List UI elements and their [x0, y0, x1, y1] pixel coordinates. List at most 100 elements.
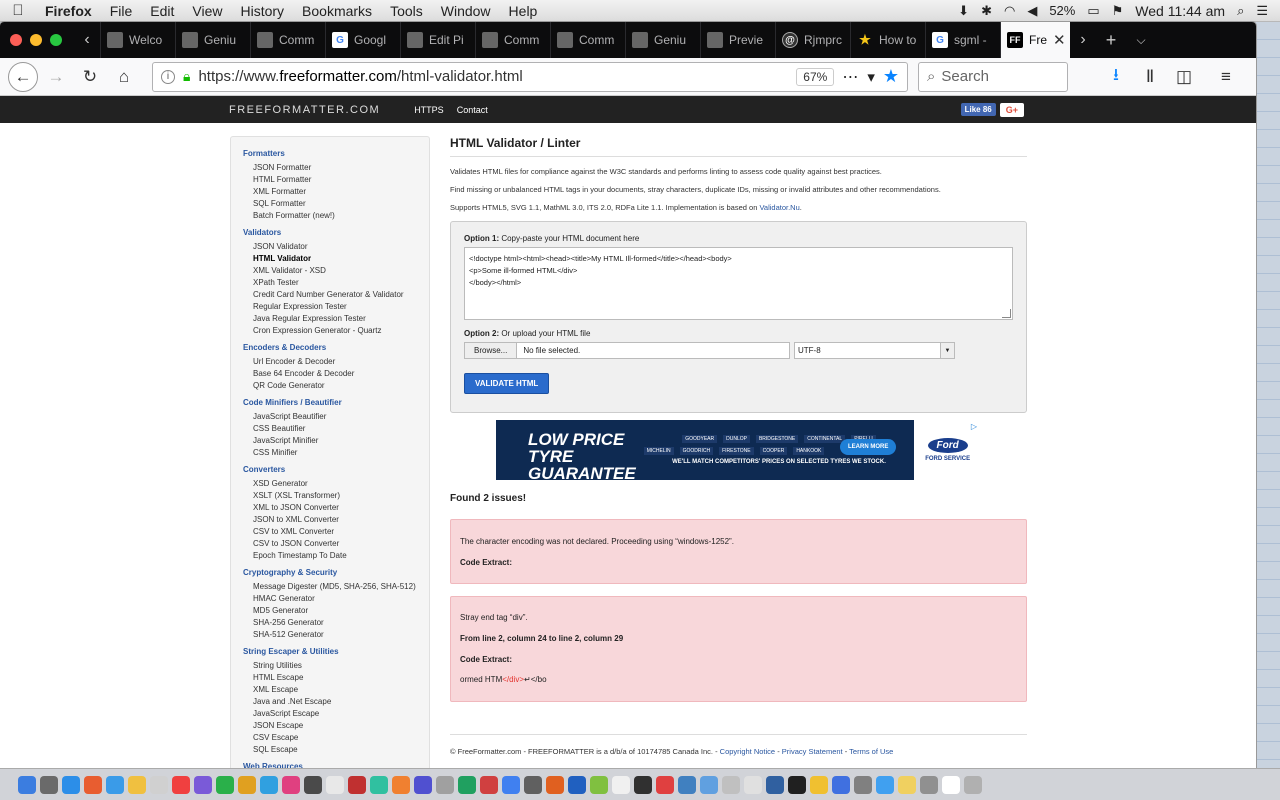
- sidebar-link[interactable]: JSON Validator: [243, 241, 417, 253]
- battery-percent[interactable]: 52%: [1043, 3, 1081, 18]
- close-tab-icon[interactable]: ✕: [1053, 31, 1066, 49]
- dock-app-icon[interactable]: [678, 775, 696, 794]
- footer-copyright-notice-link[interactable]: Copyright Notice: [720, 747, 775, 756]
- dock-app-icon[interactable]: [766, 775, 784, 794]
- lock-icon[interactable]: 🔒︎: [183, 68, 190, 85]
- encoding-select[interactable]: UTF-8 ▼: [794, 342, 955, 359]
- ad-banner[interactable]: LOW PRICE TYRE GUARANTEE GOODYEAR DUNLOP…: [496, 420, 981, 480]
- menu-bookmarks[interactable]: Bookmarks: [293, 3, 381, 19]
- menubar-clock[interactable]: Wed 11:44 am: [1129, 3, 1231, 19]
- validate-html-button[interactable]: VALIDATE HTML: [464, 373, 550, 394]
- dock-app-icon[interactable]: [524, 775, 542, 794]
- sidebar-link[interactable]: Batch Formatter (new!): [243, 210, 417, 222]
- tab[interactable]: Welco: [100, 22, 175, 58]
- home-icon[interactable]: ⌂: [108, 62, 140, 92]
- sidebar-toggle-icon[interactable]: ◫: [1168, 62, 1200, 92]
- adchoices-icon[interactable]: ▷: [968, 422, 979, 431]
- dock-app-icon[interactable]: [216, 775, 234, 794]
- sidebar-link[interactable]: Message Digester (MD5, SHA-256, SHA-512): [243, 581, 417, 593]
- dock-app-icon[interactable]: [40, 775, 58, 794]
- dock-app-icon[interactable]: [942, 775, 960, 794]
- dock-app-icon[interactable]: [172, 775, 190, 794]
- site-logo[interactable]: FREEFORMATTER.COM: [229, 104, 380, 116]
- search-box[interactable]: ⌕ Search: [918, 61, 1068, 92]
- sidebar-link[interactable]: HTML Escape: [243, 672, 417, 684]
- sidebar-link[interactable]: Cron Expression Generator - Quartz: [243, 325, 417, 337]
- volume-icon[interactable]: ◀: [1021, 3, 1043, 19]
- menu-window[interactable]: Window: [432, 3, 500, 19]
- dock-app-icon[interactable]: [84, 775, 102, 794]
- dock-app-icon[interactable]: [502, 775, 520, 794]
- sidebar-link[interactable]: HTML Formatter: [243, 174, 417, 186]
- zoom-level-button[interactable]: 67%: [796, 67, 835, 86]
- dock-app-icon[interactable]: [392, 775, 410, 794]
- flag-icon[interactable]: ⚑: [1106, 3, 1130, 19]
- tab-scroll-right-icon[interactable]: ›: [1070, 31, 1096, 49]
- dock-app-icon[interactable]: [964, 775, 982, 794]
- dock-app-icon[interactable]: [150, 775, 168, 794]
- sidebar-link[interactable]: JavaScript Beautifier: [243, 411, 417, 423]
- dock-app-icon[interactable]: [590, 775, 608, 794]
- dock-app-icon[interactable]: [458, 775, 476, 794]
- page-actions-icon[interactable]: ⋯: [842, 67, 859, 87]
- dock-app-icon[interactable]: [568, 775, 586, 794]
- sidebar-link[interactable]: XML Escape: [243, 684, 417, 696]
- sidebar-link[interactable]: XPath Tester: [243, 277, 417, 289]
- menu-app-name[interactable]: Firefox: [36, 3, 101, 19]
- tab-scroll-left-icon[interactable]: ‹: [74, 31, 100, 49]
- menu-help[interactable]: Help: [500, 3, 547, 19]
- dock-app-icon[interactable]: [194, 775, 212, 794]
- tab[interactable]: Comm: [550, 22, 625, 58]
- sidebar-link[interactable]: Base 64 Encoder & Decoder: [243, 368, 417, 380]
- dock-app-icon[interactable]: [612, 775, 630, 794]
- back-icon[interactable]: ←: [8, 61, 38, 92]
- menu-tools[interactable]: Tools: [381, 3, 432, 19]
- url-text[interactable]: https://www.freeformatter.com/html-valid…: [198, 68, 788, 85]
- sidebar-link[interactable]: SQL Formatter: [243, 198, 417, 210]
- dock-app-icon[interactable]: [546, 775, 564, 794]
- validator-nu-link[interactable]: Validator.Nu: [759, 203, 799, 212]
- sidebar-link[interactable]: HTML Validator: [243, 253, 417, 265]
- sidebar-link[interactable]: Epoch Timestamp To Date: [243, 550, 417, 562]
- tab[interactable]: Comm: [475, 22, 550, 58]
- sidebar-link[interactable]: JavaScript Escape: [243, 708, 417, 720]
- tab[interactable]: Comm: [250, 22, 325, 58]
- tab-active[interactable]: FF Fre ✕: [1000, 22, 1070, 58]
- dock-app-icon[interactable]: [436, 775, 454, 794]
- nav-link-https[interactable]: HTTPS: [414, 105, 444, 115]
- bookmark-star-icon[interactable]: ★: [883, 66, 899, 87]
- download-status-icon[interactable]: ⬇: [952, 3, 975, 19]
- dock-app-icon[interactable]: [898, 775, 916, 794]
- apple-icon[interactable]: : [0, 2, 36, 19]
- url-bar[interactable]: i 🔒︎ https://www.freeformatter.com/html-…: [152, 61, 908, 92]
- dock-app-icon[interactable]: [370, 775, 388, 794]
- sidebar-link[interactable]: Credit Card Number Generator & Validator: [243, 289, 417, 301]
- sidebar-link[interactable]: HMAC Generator: [243, 593, 417, 605]
- tab-list-chevron-icon[interactable]: ⌵: [1126, 33, 1156, 48]
- sidebar-link[interactable]: MD5 Generator: [243, 605, 417, 617]
- wifi-icon[interactable]: ◠: [998, 3, 1021, 19]
- resize-grip-icon[interactable]: [1002, 309, 1011, 318]
- dock-app-icon[interactable]: [106, 775, 124, 794]
- sidebar-link[interactable]: XSD Generator: [243, 478, 417, 490]
- sidebar-link[interactable]: CSS Minifier: [243, 447, 417, 459]
- tab[interactable]: @ Rjmprc: [775, 22, 850, 58]
- menu-file[interactable]: File: [101, 3, 142, 19]
- dock-app-icon[interactable]: [414, 775, 432, 794]
- dock-app-icon[interactable]: [282, 775, 300, 794]
- ad-learn-more-button[interactable]: LEARN MORE: [840, 439, 897, 455]
- sidebar-link[interactable]: SQL Escape: [243, 744, 417, 756]
- hamburger-menu-icon[interactable]: ≡: [1210, 62, 1242, 92]
- sidebar-link[interactable]: QR Code Generator: [243, 380, 417, 392]
- spotlight-icon[interactable]: ⌕: [1231, 3, 1250, 19]
- close-window-button[interactable]: [10, 34, 22, 46]
- sidebar-link[interactable]: String Utilities: [243, 660, 417, 672]
- notification-center-icon[interactable]: ☰: [1250, 3, 1280, 19]
- dock-app-icon[interactable]: [348, 775, 366, 794]
- dock-app-icon[interactable]: [18, 775, 36, 794]
- file-upload-input[interactable]: Browse... No file selected.: [464, 342, 790, 359]
- dock-app-icon[interactable]: [326, 775, 344, 794]
- library-icon[interactable]: Ⅱ: [1134, 62, 1166, 92]
- sidebar-link[interactable]: JSON Escape: [243, 720, 417, 732]
- dock-app-icon[interactable]: [788, 775, 806, 794]
